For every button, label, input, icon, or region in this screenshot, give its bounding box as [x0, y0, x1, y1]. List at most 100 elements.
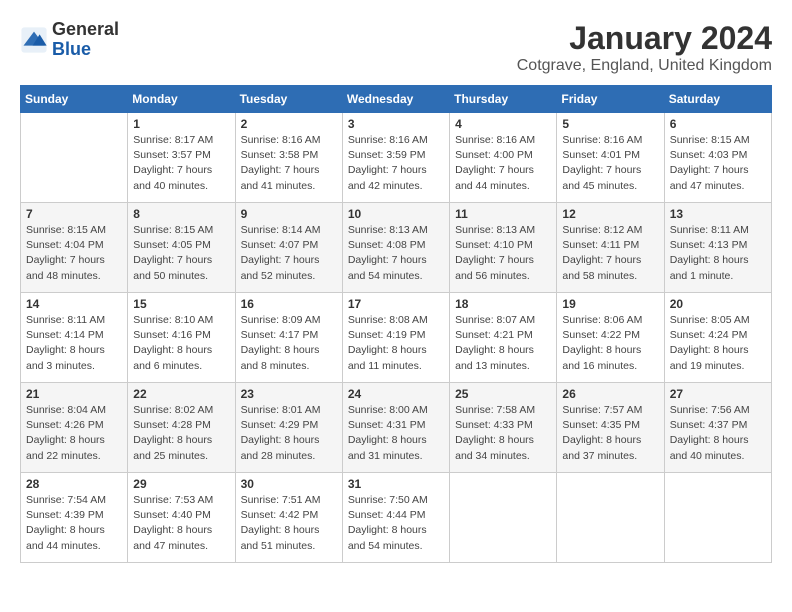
day-info: Sunrise: 8:00 AM Sunset: 4:31 PM Dayligh… — [348, 403, 444, 464]
week-row-1: 1 Sunrise: 8:17 AM Sunset: 3:57 PM Daylig… — [21, 113, 772, 203]
day-info: Sunrise: 8:17 AM Sunset: 3:57 PM Dayligh… — [133, 133, 229, 194]
weekday-header-tuesday: Tuesday — [235, 86, 342, 113]
day-number: 8 — [133, 207, 229, 221]
day-number: 9 — [241, 207, 337, 221]
day-number: 19 — [562, 297, 658, 311]
day-number: 22 — [133, 387, 229, 401]
calendar-cell: 27 Sunrise: 7:56 AM Sunset: 4:37 PM Dayli… — [664, 383, 771, 473]
calendar-cell: 18 Sunrise: 8:07 AM Sunset: 4:21 PM Dayli… — [450, 293, 557, 383]
weekday-header-friday: Friday — [557, 86, 664, 113]
calendar-cell: 30 Sunrise: 7:51 AM Sunset: 4:42 PM Dayli… — [235, 473, 342, 563]
day-number: 7 — [26, 207, 122, 221]
day-number: 25 — [455, 387, 551, 401]
day-info: Sunrise: 8:10 AM Sunset: 4:16 PM Dayligh… — [133, 313, 229, 374]
calendar-cell: 12 Sunrise: 8:12 AM Sunset: 4:11 PM Dayli… — [557, 203, 664, 293]
day-number: 21 — [26, 387, 122, 401]
logo-general-text: General — [52, 20, 119, 40]
day-info: Sunrise: 8:08 AM Sunset: 4:19 PM Dayligh… — [348, 313, 444, 374]
week-row-5: 28Sunrise: 7:54 AM Sunset: 4:39 PM Dayli… — [21, 473, 772, 563]
day-number: 31 — [348, 477, 444, 491]
day-info: Sunrise: 8:16 AM Sunset: 3:58 PM Dayligh… — [241, 133, 337, 194]
logo-blue-text: Blue — [52, 40, 119, 60]
weekday-header-sunday: Sunday — [21, 86, 128, 113]
calendar-cell: 22 Sunrise: 8:02 AM Sunset: 4:28 PM Dayli… — [128, 383, 235, 473]
title-area: January 2024 Cotgrave, England, United K… — [517, 20, 772, 75]
calendar-cell: 2 Sunrise: 8:16 AM Sunset: 3:58 PM Daylig… — [235, 113, 342, 203]
weekday-header-row: SundayMondayTuesdayWednesdayThursdayFrid… — [21, 86, 772, 113]
calendar-cell — [557, 473, 664, 563]
day-number: 27 — [670, 387, 766, 401]
calendar-cell: 19 Sunrise: 8:06 AM Sunset: 4:22 PM Dayli… — [557, 293, 664, 383]
calendar-table: SundayMondayTuesdayWednesdayThursdayFrid… — [20, 85, 772, 563]
calendar-cell: 28Sunrise: 7:54 AM Sunset: 4:39 PM Dayli… — [21, 473, 128, 563]
calendar-cell: 13 Sunrise: 8:11 AM Sunset: 4:13 PM Dayli… — [664, 203, 771, 293]
day-number: 15 — [133, 297, 229, 311]
day-info: Sunrise: 8:02 AM Sunset: 4:28 PM Dayligh… — [133, 403, 229, 464]
calendar-cell: 4 Sunrise: 8:16 AM Sunset: 4:00 PM Daylig… — [450, 113, 557, 203]
day-info: Sunrise: 8:12 AM Sunset: 4:11 PM Dayligh… — [562, 223, 658, 284]
day-info: Sunrise: 8:16 AM Sunset: 3:59 PM Dayligh… — [348, 133, 444, 194]
day-number: 18 — [455, 297, 551, 311]
day-info: Sunrise: 8:13 AM Sunset: 4:10 PM Dayligh… — [455, 223, 551, 284]
calendar-cell: 20Sunrise: 8:05 AM Sunset: 4:24 PM Dayli… — [664, 293, 771, 383]
day-number: 14 — [26, 297, 122, 311]
day-info: Sunrise: 8:07 AM Sunset: 4:21 PM Dayligh… — [455, 313, 551, 374]
calendar-cell: 8Sunrise: 8:15 AM Sunset: 4:05 PM Daylig… — [128, 203, 235, 293]
calendar-cell: 9 Sunrise: 8:14 AM Sunset: 4:07 PM Daylig… — [235, 203, 342, 293]
day-number: 4 — [455, 117, 551, 131]
logo: General Blue — [20, 20, 119, 60]
day-info: Sunrise: 7:50 AM Sunset: 4:44 PM Dayligh… — [348, 493, 444, 554]
calendar-cell: 6 Sunrise: 8:15 AM Sunset: 4:03 PM Daylig… — [664, 113, 771, 203]
day-number: 6 — [670, 117, 766, 131]
week-row-2: 7 Sunrise: 8:15 AM Sunset: 4:04 PM Daylig… — [21, 203, 772, 293]
calendar-cell: 29 Sunrise: 7:53 AM Sunset: 4:40 PM Dayli… — [128, 473, 235, 563]
day-info: Sunrise: 8:11 AM Sunset: 4:14 PM Dayligh… — [26, 313, 122, 374]
day-info: Sunrise: 8:11 AM Sunset: 4:13 PM Dayligh… — [670, 223, 766, 284]
week-row-4: 21 Sunrise: 8:04 AM Sunset: 4:26 PM Dayli… — [21, 383, 772, 473]
weekday-header-wednesday: Wednesday — [342, 86, 449, 113]
day-info: Sunrise: 8:15 AM Sunset: 4:04 PM Dayligh… — [26, 223, 122, 284]
day-info: Sunrise: 8:01 AM Sunset: 4:29 PM Dayligh… — [241, 403, 337, 464]
day-info: Sunrise: 7:51 AM Sunset: 4:42 PM Dayligh… — [241, 493, 337, 554]
calendar-cell: 24Sunrise: 8:00 AM Sunset: 4:31 PM Dayli… — [342, 383, 449, 473]
day-number: 2 — [241, 117, 337, 131]
day-info: Sunrise: 7:53 AM Sunset: 4:40 PM Dayligh… — [133, 493, 229, 554]
week-row-3: 14 Sunrise: 8:11 AM Sunset: 4:14 PM Dayli… — [21, 293, 772, 383]
day-number: 13 — [670, 207, 766, 221]
weekday-header-thursday: Thursday — [450, 86, 557, 113]
day-info: Sunrise: 8:09 AM Sunset: 4:17 PM Dayligh… — [241, 313, 337, 374]
day-number: 20 — [670, 297, 766, 311]
day-info: Sunrise: 8:04 AM Sunset: 4:26 PM Dayligh… — [26, 403, 122, 464]
weekday-header-saturday: Saturday — [664, 86, 771, 113]
calendar-cell: 10Sunrise: 8:13 AM Sunset: 4:08 PM Dayli… — [342, 203, 449, 293]
day-number: 1 — [133, 117, 229, 131]
day-info: Sunrise: 8:16 AM Sunset: 4:01 PM Dayligh… — [562, 133, 658, 194]
calendar-cell: 5 Sunrise: 8:16 AM Sunset: 4:01 PM Daylig… — [557, 113, 664, 203]
day-number: 29 — [133, 477, 229, 491]
day-number: 10 — [348, 207, 444, 221]
month-title: January 2024 — [517, 20, 772, 57]
day-info: Sunrise: 8:06 AM Sunset: 4:22 PM Dayligh… — [562, 313, 658, 374]
calendar-cell — [664, 473, 771, 563]
day-number: 23 — [241, 387, 337, 401]
day-info: Sunrise: 7:58 AM Sunset: 4:33 PM Dayligh… — [455, 403, 551, 464]
day-number: 28 — [26, 477, 122, 491]
weekday-header-monday: Monday — [128, 86, 235, 113]
day-number: 30 — [241, 477, 337, 491]
logo-icon — [20, 26, 48, 54]
day-info: Sunrise: 7:56 AM Sunset: 4:37 PM Dayligh… — [670, 403, 766, 464]
day-info: Sunrise: 8:14 AM Sunset: 4:07 PM Dayligh… — [241, 223, 337, 284]
day-info: Sunrise: 7:57 AM Sunset: 4:35 PM Dayligh… — [562, 403, 658, 464]
day-number: 5 — [562, 117, 658, 131]
calendar-cell: 23 Sunrise: 8:01 AM Sunset: 4:29 PM Dayli… — [235, 383, 342, 473]
calendar-cell: 11Sunrise: 8:13 AM Sunset: 4:10 PM Dayli… — [450, 203, 557, 293]
calendar-cell: 15 Sunrise: 8:10 AM Sunset: 4:16 PM Dayli… — [128, 293, 235, 383]
calendar-cell: 17Sunrise: 8:08 AM Sunset: 4:19 PM Dayli… — [342, 293, 449, 383]
calendar-cell: 14 Sunrise: 8:11 AM Sunset: 4:14 PM Dayli… — [21, 293, 128, 383]
day-info: Sunrise: 8:15 AM Sunset: 4:03 PM Dayligh… — [670, 133, 766, 194]
day-number: 12 — [562, 207, 658, 221]
calendar-cell: 31 Sunrise: 7:50 AM Sunset: 4:44 PM Dayli… — [342, 473, 449, 563]
day-info: Sunrise: 8:16 AM Sunset: 4:00 PM Dayligh… — [455, 133, 551, 194]
calendar-cell: 1 Sunrise: 8:17 AM Sunset: 3:57 PM Daylig… — [128, 113, 235, 203]
calendar-cell: 3Sunrise: 8:16 AM Sunset: 3:59 PM Daylig… — [342, 113, 449, 203]
